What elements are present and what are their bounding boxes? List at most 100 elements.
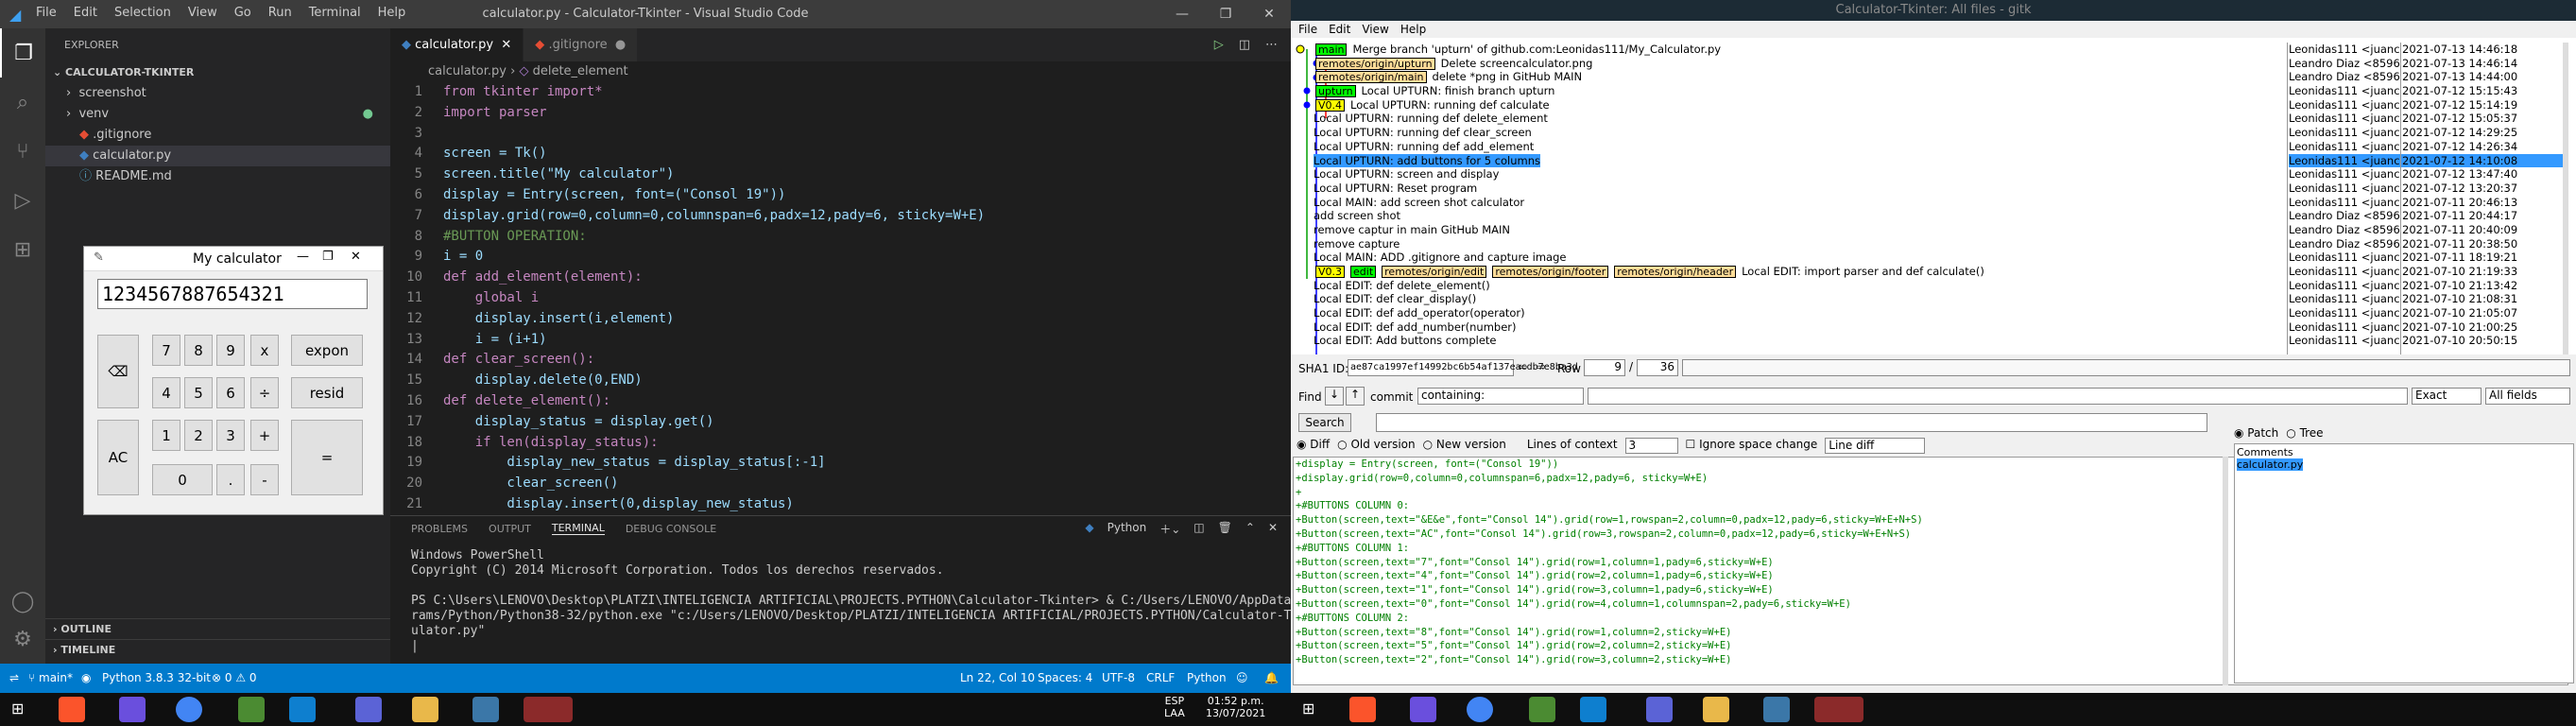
expon-button[interactable]: expon [291, 335, 363, 366]
commit-date[interactable]: 2021-07-12 13:47:40 [2402, 167, 2563, 182]
tab-debug-console[interactable]: DEBUG CONSOLE [626, 523, 716, 535]
code-line[interactable]: 18 if len(display_status): [390, 433, 1291, 454]
ac-button[interactable]: AC [97, 420, 139, 495]
remote-icon[interactable]: ⇌ [9, 671, 19, 684]
more-actions-icon[interactable]: ⋯ [1265, 38, 1278, 52]
commit-date[interactable]: 2021-07-10 21:13:42 [2402, 279, 2563, 293]
tree-radio[interactable]: ○ Tree [2286, 426, 2323, 440]
commit-date[interactable]: 2021-07-10 21:08:31 [2402, 292, 2563, 306]
commit-date[interactable]: 2021-07-13 14:46:14 [2402, 57, 2563, 71]
outline-section[interactable]: › OUTLINE [45, 618, 390, 639]
close-tab-icon[interactable]: ✕ [497, 38, 511, 52]
code-line[interactable]: 12 display.insert(i,element) [390, 309, 1291, 330]
file-entry[interactable]: calculator.py [2237, 458, 2304, 471]
ref-label[interactable]: main [1315, 43, 1348, 56]
commit-author[interactable]: Leonidas111 <juanc [2289, 43, 2402, 57]
commit-row[interactable]: remotes/origin/main delete *png in GitHub… [1314, 70, 2334, 84]
explorer-icon[interactable]: ❐ [0, 28, 45, 78]
commit-date[interactable]: 2021-07-10 21:19:33 [2402, 265, 2563, 279]
commit-author[interactable]: Leonidas111 <juanc [2289, 140, 2402, 154]
gitk-menu-file[interactable]: File [1298, 21, 1317, 38]
file-readme[interactable]: ⓘ README.md [45, 166, 390, 187]
folder-venv[interactable]: › venv ● [45, 104, 390, 125]
gitk-menu-view[interactable]: View [1362, 21, 1388, 38]
row-field[interactable]: 9 [1584, 359, 1625, 376]
find-up-icon[interactable]: ↑ [1346, 387, 1365, 406]
language-indicator[interactable]: ESP LAA [1164, 695, 1185, 719]
ignore-space-checkbox[interactable]: ☐ Ignore space change [1686, 438, 1818, 454]
commit-author[interactable]: Leandro Diaz <8596 [2289, 237, 2402, 251]
commit-date[interactable]: 2021-07-12 15:05:37 [2402, 112, 2563, 126]
notifications-icon[interactable]: 🔔 [1264, 671, 1279, 684]
commit-row[interactable]: Local EDIT: Add buttons complete [1314, 334, 2334, 348]
vscode-taskbar-icon[interactable] [1580, 697, 1606, 722]
commit-scrollbar[interactable] [2563, 43, 2568, 354]
code-line[interactable]: 9 i = 0 [390, 247, 1291, 268]
commit-row[interactable]: remotes/origin/upturn Delete screencalcul… [1314, 57, 2334, 71]
key-2[interactable]: 2 [184, 420, 213, 451]
branch-status[interactable]: ⑂ main* [28, 671, 73, 684]
ref-label[interactable]: edit [1350, 266, 1377, 278]
commit-author[interactable]: Leonidas111 <juanc [2289, 126, 2402, 140]
commit-row[interactable]: Local MAIN: add screen shot calculator [1314, 196, 2334, 210]
key-5[interactable]: 5 [184, 377, 213, 408]
commit-row[interactable]: Local EDIT: def clear_display() [1314, 292, 2334, 306]
commit-date[interactable]: 2021-07-12 14:26:34 [2402, 140, 2563, 154]
code-editor[interactable]: 1 from tkinter import* 2 import parser 3 4 scr… [390, 82, 1291, 515]
file-gitignore[interactable]: ◆ .gitignore [45, 125, 390, 146]
commit-row[interactable]: Local EDIT: def add_number(number) [1314, 320, 2334, 335]
commit-author[interactable]: Leonidas111 <juanc [2289, 306, 2402, 320]
commit-row[interactable]: remove capture [1314, 237, 2334, 251]
commit-list[interactable]: main Merge branch 'upturn' of github.com:… [1291, 43, 2568, 354]
patch-radio[interactable]: ◉ Patch [2234, 426, 2278, 440]
diff-radio[interactable]: ◉ Diff [1297, 438, 1330, 454]
search-input[interactable] [1376, 413, 2207, 432]
commit-row[interactable]: Local UPTURN: running def clear_screen [1314, 126, 2334, 140]
sha-field[interactable]: ae87ca1997ef14992bc6b54af137eacdb7e8ba3d [1348, 359, 1578, 376]
commit-author[interactable]: Leonidas111 <juanc [2289, 98, 2402, 112]
commit-row[interactable]: V0.3 edit remotes/origin/edit remotes/origi… [1314, 265, 2334, 279]
indentation[interactable]: Spaces: 4 [1038, 671, 1092, 684]
commit-row[interactable]: Local MAIN: ADD .gitignore and capture i… [1314, 251, 2334, 265]
gitk-menu-help[interactable]: Help [1400, 21, 1426, 38]
git-gui-icon[interactable] [1410, 697, 1436, 722]
commit-date[interactable]: 2021-07-10 21:05:07 [2402, 306, 2563, 320]
commit-row[interactable]: remove captur in main GitHub MAIN [1314, 223, 2334, 237]
commit-row[interactable]: V0.4 Local UPTURN: running def calculate [1314, 98, 2334, 112]
tab-terminal[interactable]: TERMINAL [551, 522, 605, 535]
commit-date[interactable]: 2021-07-10 21:00:25 [2402, 320, 2563, 335]
close-button[interactable]: ✕ [351, 250, 361, 264]
ref-label[interactable]: remotes/origin/footer [1492, 266, 1609, 278]
commit-date[interactable]: 2021-07-12 14:10:08 [2402, 153, 2563, 168]
folder-screenshot[interactable]: › screenshot [45, 83, 390, 104]
commit-row[interactable]: Local UPTURN: Reset program [1314, 182, 2334, 196]
file-explorer-icon[interactable] [412, 697, 438, 722]
tab-problems[interactable]: PROBLEMS [411, 523, 468, 535]
minimize-button[interactable]: — [297, 250, 309, 264]
close-button[interactable]: ✕ [1247, 0, 1291, 28]
commit-author[interactable]: Leonidas111 <juanc [2289, 153, 2402, 168]
key-0[interactable]: 0 [152, 464, 213, 495]
comments-entry[interactable]: Comments [2237, 446, 2571, 458]
search-button[interactable]: Search [1298, 413, 1351, 432]
key-1[interactable]: 1 [152, 420, 180, 451]
code-line[interactable]: 20 clear_screen() [390, 474, 1291, 494]
code-line[interactable]: 14 def clear_screen(): [390, 350, 1291, 371]
brave-icon[interactable] [1349, 697, 1376, 722]
ref-label[interactable]: remotes/origin/main [1315, 71, 1427, 84]
gitk-taskbar-icon[interactable] [1814, 697, 1863, 722]
commit-author[interactable]: Leandro Diaz <8596 [2289, 70, 2402, 84]
commit-date[interactable]: 2021-07-11 18:19:21 [2402, 251, 2563, 265]
commit-author[interactable]: Leonidas111 <juanc [2289, 265, 2402, 279]
find-input[interactable] [1588, 388, 2408, 405]
project-folder[interactable]: ⌄ CALCULATOR-TKINTER [45, 62, 390, 83]
new-version-radio[interactable]: ○ New version [1423, 438, 1506, 454]
code-line[interactable]: 6 display = Entry(screen, font=("Consol 1… [390, 185, 1291, 206]
cursor-position[interactable]: Ln 22, Col 10 [960, 671, 1035, 684]
commit-author[interactable]: Leonidas111 <juanc [2289, 251, 2402, 265]
xampp-icon[interactable] [238, 697, 265, 722]
commit-author[interactable]: Leonidas111 <juanc [2289, 112, 2402, 126]
code-line[interactable]: 15 display.delete(0,END) [390, 371, 1291, 391]
new-terminal-icon[interactable]: ＋⌄ [1159, 521, 1180, 537]
commit-date[interactable]: 2021-07-12 13:20:37 [2402, 182, 2563, 196]
